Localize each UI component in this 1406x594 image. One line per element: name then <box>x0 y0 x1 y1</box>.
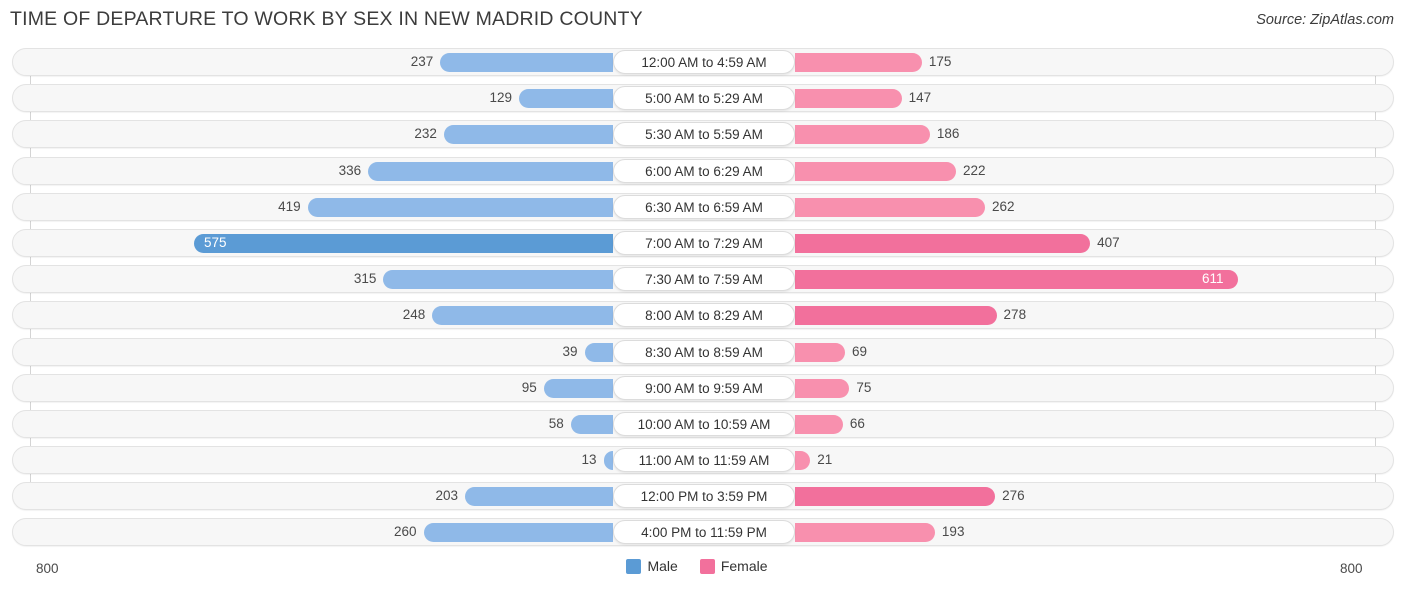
chart-header: TIME OF DEPARTURE TO WORK BY SEX IN NEW … <box>0 0 1406 42</box>
chart-row: 248 278 8:00 AM to 8:29 AM <box>0 301 1406 330</box>
value-female: 21 <box>817 452 833 468</box>
chart-row: 315 611 7:30 AM to 7:59 AM <box>0 265 1406 294</box>
bar-female[interactable] <box>795 89 902 109</box>
value-female: 262 <box>991 198 1015 214</box>
chart-row: 232 186 5:30 AM to 5:59 AM <box>0 120 1406 149</box>
value-female: 175 <box>928 54 952 69</box>
bar-male[interactable] <box>443 125 613 145</box>
chart-row: 203 276 12:00 PM to 3:59 PM <box>0 482 1406 511</box>
diverging-bar-chart: 237 175 12:00 AM to 4:59 AM 129 147 5:00 AM t… <box>0 48 1406 576</box>
bar-male[interactable] <box>543 378 613 398</box>
value-male: 575 <box>203 234 227 250</box>
chart-row: 419 262 6:30 AM to 6:59 AM <box>0 192 1406 221</box>
bar-male[interactable] <box>440 53 613 72</box>
value-female: 69 <box>852 343 868 359</box>
value-male: 39 <box>562 343 578 359</box>
bar-male[interactable] <box>584 342 613 362</box>
value-male: 58 <box>548 415 564 431</box>
bar-female[interactable] <box>795 161 956 181</box>
value-male: 336 <box>338 162 362 178</box>
value-male: 419 <box>278 198 301 214</box>
bar-male[interactable] <box>307 197 613 217</box>
chart-row: 58 66 10:00 AM to 10:59 AM <box>0 409 1406 438</box>
category-label: 8:30 AM to 8:59 AM <box>613 339 795 364</box>
category-label: 10:00 AM to 10:59 AM <box>613 411 795 436</box>
category-label: 4:00 PM to 11:59 PM <box>613 520 795 545</box>
bar-male[interactable] <box>432 306 613 326</box>
category-label: 5:00 AM to 5:29 AM <box>613 86 795 111</box>
bar-male[interactable] <box>423 523 613 543</box>
category-label: 12:00 AM to 4:59 AM <box>613 50 795 74</box>
category-label: 7:30 AM to 7:59 AM <box>613 267 795 292</box>
chart-legend: Male Female <box>0 558 1406 574</box>
chart-page: TIME OF DEPARTURE TO WORK BY SEX IN NEW … <box>0 0 1406 594</box>
bar-male[interactable] <box>518 89 613 109</box>
legend-item-male[interactable]: Male <box>626 558 678 574</box>
bar-female[interactable] <box>795 523 935 543</box>
legend-label-male: Male <box>647 558 678 574</box>
category-label: 9:00 AM to 9:59 AM <box>613 375 795 400</box>
bar-female[interactable] <box>795 270 1238 290</box>
chart-row: 260 193 4:00 PM to 11:59 PM <box>0 518 1406 547</box>
bar-male[interactable] <box>383 270 613 290</box>
value-female: 193 <box>941 524 965 540</box>
value-female: 611 <box>1201 271 1224 287</box>
bar-male[interactable] <box>465 487 613 507</box>
value-male: 129 <box>489 90 512 106</box>
value-male: 95 <box>521 379 537 395</box>
bar-female[interactable] <box>795 342 846 362</box>
chart-row: 129 147 5:00 AM to 5:29 AM <box>0 84 1406 113</box>
bar-female[interactable] <box>795 487 996 507</box>
category-label: 12:00 PM to 3:59 PM <box>613 484 795 509</box>
category-label: 6:30 AM to 6:59 AM <box>613 194 795 219</box>
bar-male[interactable] <box>570 414 613 434</box>
category-label: 6:00 AM to 6:29 AM <box>613 158 795 183</box>
bar-female[interactable] <box>795 306 997 326</box>
value-male: 232 <box>414 126 437 142</box>
bar-female[interactable] <box>795 378 850 398</box>
value-female: 276 <box>1002 488 1025 504</box>
bar-female[interactable] <box>795 233 1091 253</box>
chart-row: 95 75 9:00 AM to 9:59 AM <box>0 373 1406 402</box>
category-label: 8:00 AM to 8:29 AM <box>613 303 795 328</box>
value-male: 13 <box>581 452 597 468</box>
value-female: 66 <box>849 415 865 431</box>
legend-swatch-male-icon <box>626 558 642 574</box>
value-female: 186 <box>936 126 960 142</box>
legend-swatch-female-icon <box>699 558 715 574</box>
chart-row: 13 21 11:00 AM to 11:59 AM <box>0 446 1406 475</box>
category-label: 5:30 AM to 5:59 AM <box>613 122 795 147</box>
bar-female[interactable] <box>795 414 843 434</box>
chart-row: 237 175 12:00 AM to 4:59 AM <box>0 48 1406 76</box>
value-male: 248 <box>402 307 426 323</box>
legend-label-female: Female <box>720 558 768 574</box>
bar-male[interactable] <box>193 233 613 253</box>
value-male: 315 <box>353 271 377 287</box>
value-male: 237 <box>410 54 434 69</box>
value-female: 222 <box>962 162 986 178</box>
value-female: 278 <box>1003 307 1027 323</box>
bar-female[interactable] <box>795 53 922 72</box>
value-female: 147 <box>908 90 932 106</box>
bar-female[interactable] <box>795 125 930 145</box>
value-female: 75 <box>856 379 872 395</box>
category-label: 11:00 AM to 11:59 AM <box>613 448 795 473</box>
value-male: 260 <box>393 524 417 540</box>
chart-rows: 237 175 12:00 AM to 4:59 AM 129 147 5:00 AM t… <box>0 48 1406 555</box>
legend-item-female[interactable]: Female <box>699 558 768 574</box>
value-male: 203 <box>435 488 459 504</box>
page-title: TIME OF DEPARTURE TO WORK BY SEX IN NEW … <box>10 8 643 30</box>
chart-row: 336 222 6:00 AM to 6:29 AM <box>0 156 1406 185</box>
bar-male[interactable] <box>368 161 613 181</box>
chart-row: 39 69 8:30 AM to 8:59 AM <box>0 337 1406 366</box>
chart-row: 575 407 7:00 AM to 7:29 AM <box>0 228 1406 257</box>
bar-female[interactable] <box>795 197 985 217</box>
category-label: 7:00 AM to 7:29 AM <box>613 230 795 255</box>
source-attribution: Source: ZipAtlas.com <box>1256 12 1394 28</box>
value-female: 407 <box>1097 234 1120 250</box>
